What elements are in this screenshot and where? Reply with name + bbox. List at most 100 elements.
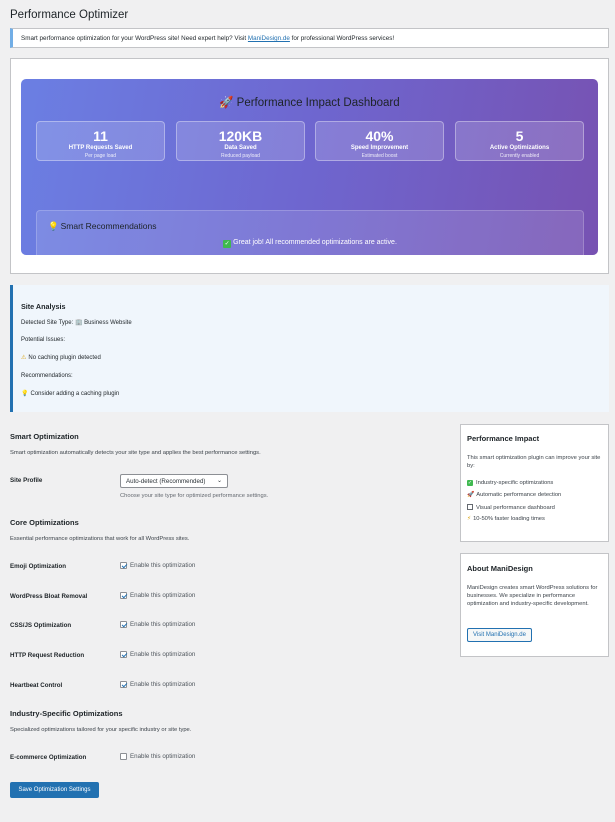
issue-text: No caching plugin detected <box>28 355 101 361</box>
checkbox-label: Enable this optimization <box>130 562 196 569</box>
site-profile-select[interactable]: Auto-detect (Recommended) ⌄ <box>120 474 228 488</box>
check-icon: ✓ <box>467 480 473 486</box>
performance-impact-text: This smart optimization plugin can impro… <box>467 455 601 469</box>
emoji-optimization-label: Emoji Optimization <box>10 563 67 570</box>
stat-label: Speed Improvement <box>350 145 409 151</box>
checkbox-label: Enable this optimization <box>130 753 196 760</box>
chart-icon <box>467 504 473 510</box>
http-request-reduction-checkbox[interactable] <box>120 651 127 658</box>
heartbeat-control-checkbox-row[interactable]: Enable this optimization <box>120 681 195 688</box>
ecommerce-optimization-label: E-commerce Optimization <box>10 754 87 761</box>
smart-recommendations: 💡 Smart Recommendations ✓ Great job! All r… <box>36 210 584 259</box>
impact-item-text: 10-50% faster loading times <box>473 516 545 522</box>
site-type-value: Business Website <box>84 320 132 326</box>
check-icon: ✓ <box>223 240 232 248</box>
lightbulb-icon: 💡 <box>21 391 29 397</box>
impact-item-text: Industry-specific optimizations <box>476 480 554 486</box>
stat-label: Active Optimizations <box>489 145 550 151</box>
smart-optimization-title: Smart Optimization <box>10 432 79 441</box>
recommendation-line: 💡 Consider adding a caching plugin <box>21 390 119 397</box>
recommendations-message-text: Great job! All recommended optimizations… <box>233 239 397 246</box>
impact-list-item: Visual performance dashboard <box>467 504 555 511</box>
about-manidesign-text: ManiDesign creates smart WordPress solut… <box>467 585 598 607</box>
recommendations-message: ✓ Great job! All recommended optimization… <box>37 239 583 248</box>
stat-label: Data Saved <box>224 145 257 151</box>
site-type-label: Detected Site Type: <box>21 320 74 326</box>
save-settings-button[interactable]: Save Optimization Settings <box>10 782 99 798</box>
potential-issues-label: Potential Issues: <box>21 337 66 343</box>
lightning-icon: ⚡ <box>467 516 472 522</box>
site-profile-help: Choose your site type for optimized perf… <box>120 493 269 499</box>
stat-card-speed: 40% Speed Improvement Estimated boost <box>315 121 444 161</box>
stat-value: 120KB <box>218 128 263 144</box>
performance-impact-title: Performance Impact <box>467 434 540 443</box>
impact-item-text: Visual performance dashboard <box>476 505 555 511</box>
manidesign-link[interactable]: ManiDesign.de <box>248 35 290 42</box>
heartbeat-control-label: Heartbeat Control <box>10 682 63 689</box>
stat-subtext: Estimated boost <box>361 153 398 159</box>
core-optimizations-title: Core Optimizations <box>10 518 79 527</box>
site-profile-label: Site Profile <box>10 477 43 484</box>
cssjs-optimization-checkbox[interactable] <box>120 621 127 628</box>
warning-icon: ⚠ <box>21 355 27 361</box>
dashboard-panel: 🚀 Performance Impact Dashboard 11 HTTP Re… <box>10 58 609 274</box>
building-icon: 🏢 <box>74 320 83 326</box>
stat-value: 11 <box>93 128 108 144</box>
ecommerce-optimization-checkbox[interactable] <box>120 753 127 760</box>
recommendations-title: 💡 Smart Recommendations <box>48 221 157 232</box>
visit-manidesign-button[interactable]: Visit ManiDesign.de <box>467 628 532 642</box>
industry-optimizations-title: Industry-Specific Optimizations <box>10 709 123 718</box>
checkbox-label: Enable this optimization <box>130 651 196 658</box>
chevron-down-icon: ⌄ <box>216 478 222 484</box>
stat-subtext: Per page load <box>84 153 117 159</box>
notice-text-after: for professional WordPress services! <box>289 35 395 42</box>
industry-optimizations-desc: Specialized optimizations tailored for y… <box>10 727 192 733</box>
stat-card-http-requests: 11 HTTP Requests Saved Per page load <box>36 121 165 161</box>
checkbox-label: Enable this optimization <box>130 592 196 599</box>
performance-dashboard: 🚀 Performance Impact Dashboard 11 HTTP Re… <box>21 79 598 259</box>
page-title: Performance Optimizer <box>10 9 129 21</box>
stat-subtext: Reduced payload <box>221 153 260 159</box>
stat-value: 40% <box>365 128 394 144</box>
rocket-icon: 🚀 <box>219 97 234 109</box>
cssjs-optimization-checkbox-row[interactable]: Enable this optimization <box>120 621 195 628</box>
rocket-icon: 🚀 <box>467 492 475 498</box>
stat-card-active-optimizations: 5 Active Optimizations Currently enabled <box>455 121 584 161</box>
site-analysis-title: Site Analysis <box>21 302 66 311</box>
emoji-optimization-checkbox-row[interactable]: Enable this optimization <box>120 562 195 569</box>
recommendations-title-text: Smart Recommendations <box>60 221 157 231</box>
about-manidesign-box: About ManiDesign ManiDesign creates smar… <box>460 553 609 657</box>
site-analysis-panel: Site Analysis Detected Site Type: 🏢 Busi… <box>10 285 609 412</box>
info-notice: Smart performance optimization for your … <box>10 28 609 48</box>
emoji-optimization-checkbox[interactable] <box>120 562 127 569</box>
stat-subtext: Currently enabled <box>499 153 540 159</box>
stat-value: 5 <box>515 128 524 144</box>
recommendations-label: Recommendations: <box>21 373 73 379</box>
performance-impact-box: Performance Impact This smart optimizati… <box>460 424 609 542</box>
impact-list-item: 🚀 Automatic performance detection <box>467 492 561 498</box>
site-type-line: Detected Site Type: 🏢 Business Website <box>21 319 132 326</box>
core-optimizations-desc: Essential performance optimizations that… <box>10 536 190 542</box>
issue-line: ⚠ No caching plugin detected <box>21 354 101 361</box>
http-request-reduction-checkbox-row[interactable]: Enable this optimization <box>120 651 195 658</box>
impact-list-item: ⚡ 10-50% faster loading times <box>467 516 545 522</box>
bloat-removal-checkbox-row[interactable]: Enable this optimization <box>120 592 195 599</box>
notice-text-before: Smart performance optimization for your … <box>21 35 248 42</box>
ecommerce-optimization-checkbox-row[interactable]: Enable this optimization <box>120 753 195 760</box>
impact-list-item: ✓ Industry-specific optimizations <box>467 480 553 486</box>
heartbeat-control-checkbox[interactable] <box>120 681 127 688</box>
stat-card-data-saved: 120KB Data Saved Reduced payload <box>176 121 305 161</box>
http-request-reduction-label: HTTP Request Reduction <box>10 652 85 659</box>
bloat-removal-checkbox[interactable] <box>120 592 127 599</box>
site-profile-value: Auto-detect (Recommended) <box>126 478 206 485</box>
recommendation-text: Consider adding a caching plugin <box>30 391 120 397</box>
dashboard-title: 🚀 Performance Impact Dashboard <box>21 95 598 109</box>
cssjs-optimization-label: CSS/JS Optimization <box>10 622 72 629</box>
checkbox-label: Enable this optimization <box>130 621 196 628</box>
stat-label: HTTP Requests Saved <box>68 145 133 151</box>
smart-optimization-desc: Smart optimization automatically detects… <box>10 450 261 456</box>
dashboard-title-text: Performance Impact Dashboard <box>236 97 400 109</box>
bloat-removal-label: WordPress Bloat Removal <box>10 593 88 600</box>
checkbox-label: Enable this optimization <box>130 681 196 688</box>
lightbulb-icon: 💡 <box>48 221 59 231</box>
